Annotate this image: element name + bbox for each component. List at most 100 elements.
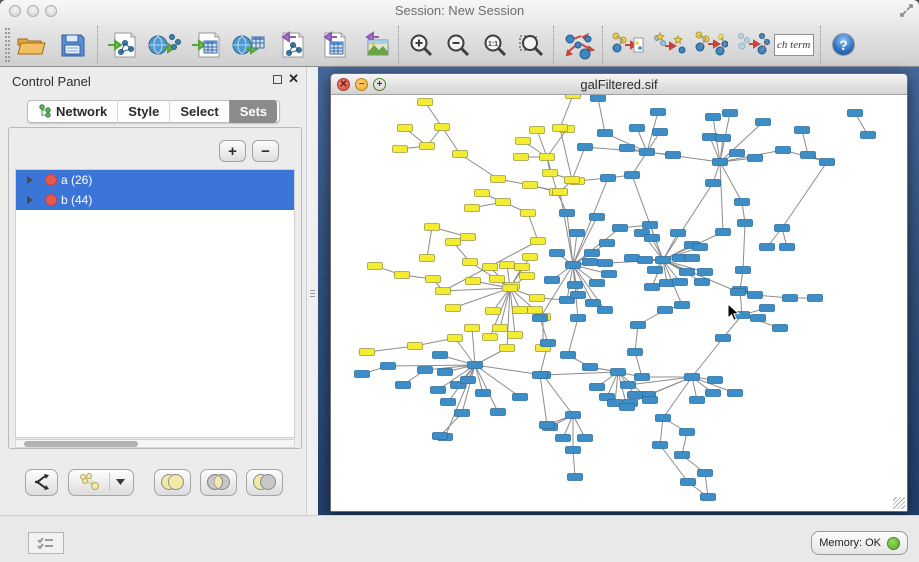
- graph-node-blue[interactable]: [756, 119, 771, 126]
- graph-node-blue[interactable]: [583, 259, 598, 266]
- remove-set-button[interactable]: −: [252, 140, 279, 162]
- graph-node-blue[interactable]: [693, 244, 708, 251]
- graph-node-yellow[interactable]: [426, 276, 441, 283]
- float-panel-button[interactable]: [273, 75, 282, 84]
- zoom-in-button[interactable]: [402, 25, 439, 65]
- tab-sets[interactable]: Sets: [229, 100, 277, 123]
- graph-node-blue[interactable]: [431, 387, 446, 394]
- graph-node-blue[interactable]: [701, 494, 716, 501]
- graph-node-blue[interactable]: [706, 180, 721, 187]
- graph-node-blue[interactable]: [628, 349, 643, 356]
- graph-node-blue[interactable]: [736, 267, 751, 274]
- graph-node-blue[interactable]: [566, 412, 581, 419]
- graph-node-yellow[interactable]: [553, 125, 568, 132]
- graph-node-yellow[interactable]: [500, 262, 515, 269]
- graph-node-blue[interactable]: [630, 125, 645, 132]
- graph-node-blue[interactable]: [598, 130, 613, 137]
- graph-node-blue[interactable]: [571, 315, 586, 322]
- graph-node-blue[interactable]: [533, 372, 548, 379]
- tab-network[interactable]: Network: [28, 100, 117, 123]
- zoom-out-button[interactable]: [439, 25, 476, 65]
- network-graph[interactable]: [331, 95, 907, 511]
- graph-node-blue[interactable]: [675, 452, 690, 459]
- import-network-url-button[interactable]: [143, 25, 185, 65]
- graph-node-blue[interactable]: [675, 302, 690, 309]
- graph-node-yellow[interactable]: [398, 125, 413, 132]
- network-frame-titlebar[interactable]: ✕ − + galFiltered.sif: [331, 74, 907, 95]
- graph-node-yellow[interactable]: [435, 124, 450, 131]
- graph-node-blue[interactable]: [566, 262, 581, 269]
- graph-node-blue[interactable]: [645, 235, 660, 242]
- new-network-from-selection-selected-edges-button[interactable]: [648, 25, 690, 65]
- graph-node-blue[interactable]: [638, 257, 653, 264]
- graph-node-blue[interactable]: [433, 352, 448, 359]
- export-table-button[interactable]: [311, 25, 353, 65]
- graph-node-blue[interactable]: [653, 442, 668, 449]
- graph-node-blue[interactable]: [568, 282, 583, 289]
- divider-grip-icon[interactable]: [310, 290, 315, 299]
- graph-node-blue[interactable]: [643, 222, 658, 229]
- graph-node-yellow[interactable]: [516, 138, 531, 145]
- graph-node-blue[interactable]: [513, 394, 528, 401]
- add-set-button[interactable]: +: [219, 140, 246, 162]
- graph-node-blue[interactable]: [760, 244, 775, 251]
- graph-node-blue[interactable]: [590, 384, 605, 391]
- export-network-button[interactable]: [269, 25, 311, 65]
- graph-node-yellow[interactable]: [425, 224, 440, 231]
- graph-node-blue[interactable]: [708, 377, 723, 384]
- graph-node-yellow[interactable]: [514, 154, 529, 161]
- graph-node-blue[interactable]: [600, 240, 615, 247]
- graph-node-blue[interactable]: [748, 292, 763, 299]
- create-set-menu-button[interactable]: [68, 469, 134, 496]
- graph-node-blue[interactable]: [578, 435, 593, 442]
- graph-node-yellow[interactable]: [553, 189, 568, 196]
- graph-node-blue[interactable]: [418, 367, 433, 374]
- panel-divider[interactable]: [306, 67, 318, 515]
- sets-list[interactable]: a (26) b (44): [15, 169, 295, 438]
- graph-node-blue[interactable]: [658, 307, 673, 314]
- graph-node-blue[interactable]: [438, 369, 453, 376]
- open-session-button[interactable]: [10, 25, 52, 65]
- graph-node-blue[interactable]: [716, 135, 731, 142]
- import-table-file-button[interactable]: [185, 25, 227, 65]
- task-history-button[interactable]: [28, 532, 64, 554]
- graph-node-yellow[interactable]: [420, 255, 435, 262]
- graph-node-blue[interactable]: [586, 300, 601, 307]
- graph-node-blue[interactable]: [681, 479, 696, 486]
- graph-node-yellow[interactable]: [531, 238, 546, 245]
- close-panel-button[interactable]: ✕: [288, 71, 299, 87]
- graph-node-blue[interactable]: [571, 292, 586, 299]
- graph-node-blue[interactable]: [628, 392, 643, 399]
- intersect-sets-button[interactable]: [200, 469, 237, 496]
- graph-node-yellow[interactable]: [465, 205, 480, 212]
- graph-node-blue[interactable]: [643, 397, 658, 404]
- graph-node-blue[interactable]: [566, 447, 581, 454]
- graph-node-blue[interactable]: [808, 295, 823, 302]
- graph-node-yellow[interactable]: [528, 307, 543, 314]
- search-input[interactable]: ch term: [774, 34, 814, 56]
- graph-node-yellow[interactable]: [530, 127, 545, 134]
- graph-node-blue[interactable]: [583, 364, 598, 371]
- graph-node-blue[interactable]: [775, 225, 790, 232]
- graph-node-blue[interactable]: [723, 110, 738, 117]
- graph-node-blue[interactable]: [651, 109, 666, 116]
- graph-node-blue[interactable]: [533, 315, 548, 322]
- union-sets-button[interactable]: [154, 469, 191, 496]
- graph-node-blue[interactable]: [550, 250, 565, 257]
- graph-node-blue[interactable]: [706, 114, 721, 121]
- tab-style[interactable]: Style: [117, 100, 169, 123]
- graph-node-yellow[interactable]: [566, 95, 581, 99]
- graph-node-yellow[interactable]: [465, 325, 480, 332]
- graph-node-yellow[interactable]: [503, 285, 518, 292]
- graph-node-blue[interactable]: [738, 220, 753, 227]
- graph-node-yellow[interactable]: [520, 273, 535, 280]
- graph-node-blue[interactable]: [561, 352, 576, 359]
- graph-node-yellow[interactable]: [523, 182, 538, 189]
- graph-node-yellow[interactable]: [493, 325, 508, 332]
- graph-node-blue[interactable]: [730, 150, 745, 157]
- graph-node-blue[interactable]: [706, 390, 721, 397]
- graph-node-blue[interactable]: [560, 210, 575, 217]
- disclosure-triangle-icon[interactable]: [27, 196, 33, 204]
- graph-node-blue[interactable]: [598, 260, 613, 267]
- graph-node-blue[interactable]: [621, 382, 636, 389]
